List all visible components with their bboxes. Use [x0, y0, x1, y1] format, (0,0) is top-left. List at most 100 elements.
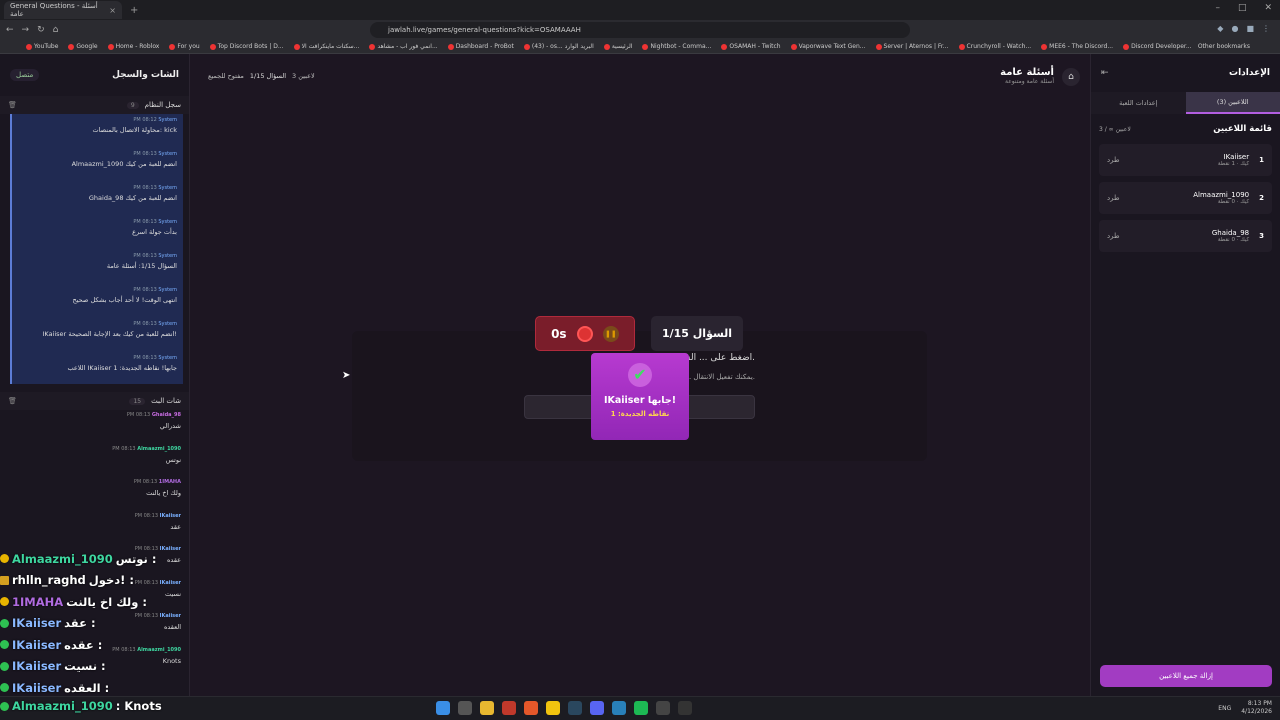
- kick-button[interactable]: طرد: [1107, 194, 1120, 202]
- bookmark-item[interactable]: Nightbot - Comma...: [642, 43, 711, 50]
- other-bookmarks[interactable]: Other bookmarks: [1198, 43, 1250, 50]
- app-icon[interactable]: [590, 701, 604, 715]
- syslog-header[interactable]: 🗑 9 سجل النظام: [0, 96, 189, 114]
- overlay-user: IKaiiser: [12, 616, 62, 631]
- bookmark-label: YouTube: [34, 43, 59, 50]
- bookmark-item[interactable]: Server | Aternos | Fr...: [875, 43, 949, 50]
- bookmark-item[interactable]: YouTube: [26, 43, 58, 50]
- app-icon[interactable]: [678, 701, 692, 715]
- chat-title: شات البث: [151, 397, 181, 405]
- bookmark-label: Google: [76, 43, 98, 50]
- maximize-icon[interactable]: □: [1238, 3, 1247, 13]
- log-author: System: [158, 287, 177, 293]
- collapse-panel-icon[interactable]: ⇤: [1101, 68, 1109, 78]
- app-icon[interactable]: [656, 701, 670, 715]
- overlay-text: العقده :: [64, 680, 110, 695]
- forward-icon[interactable]: →: [22, 25, 30, 35]
- user-badge-icon: [0, 701, 9, 711]
- chat-meta: PM 08:13 Almaazmi_1090: [8, 446, 181, 452]
- stream-chat-header[interactable]: 🗑 15 شات البث: [0, 392, 189, 410]
- bookmark-item[interactable]: MEE6 - The Discord...: [1041, 43, 1113, 50]
- remove-all-players-button[interactable]: إزالة جميع اللاعبين: [1100, 665, 1272, 687]
- search-icon[interactable]: [458, 701, 472, 715]
- url-text: jawlah.live/games/general-questions?kick…: [388, 26, 581, 34]
- menu-icon[interactable]: ⋮: [1262, 24, 1270, 33]
- chat-meta: PM 08:13 IKaiiser: [8, 513, 181, 519]
- bookmark-item[interactable]: Dashboard - ProBot: [447, 43, 514, 50]
- log-text: بدأت جولة اسرع: [132, 228, 177, 236]
- close-window-icon[interactable]: ✕: [1264, 3, 1272, 13]
- bookmark-item[interactable]: (43) - os... البريد الوارد: [523, 43, 594, 50]
- chat-meta: PM 08:13 1IMAHA: [8, 479, 181, 485]
- bookmark-icon: [169, 43, 176, 50]
- reload-icon[interactable]: ↻: [37, 25, 45, 35]
- bookmark-item[interactable]: OSAMAH - Twitch: [721, 43, 781, 50]
- browser-tab-strip: General Questions - أسئلة عامة × + – □ ✕: [0, 0, 1280, 20]
- minimize-icon[interactable]: –: [1215, 3, 1220, 13]
- language-indicator[interactable]: ENG: [1218, 705, 1231, 712]
- player-list-title: قائمة اللاعبين: [1213, 124, 1272, 134]
- player-count: 3 / ∞ لاعبين: [1099, 125, 1131, 133]
- close-tab-icon[interactable]: ×: [109, 6, 116, 15]
- bookmark-item[interactable]: Vaporwave Text Gen...: [790, 43, 866, 50]
- timer-value: 0s: [551, 326, 567, 341]
- app-icon[interactable]: [612, 701, 626, 715]
- bookmark-icon: [369, 43, 376, 50]
- bookmark-item[interactable]: Google: [68, 43, 98, 50]
- log-time: PM 08:13: [133, 151, 157, 157]
- extension-icon[interactable]: ■: [1246, 24, 1254, 33]
- bookmark-label: Vaporwave Text Gen...: [798, 43, 866, 50]
- overlay-message: IKaiiser نسيت :: [0, 656, 200, 678]
- game-info: مفتوح للجميع السؤال 1/15 3 لاعبين: [208, 72, 315, 80]
- extension-icon[interactable]: ◆: [1217, 24, 1223, 33]
- bookmark-item[interactable]: Home - Roblox: [107, 43, 159, 50]
- trash-icon[interactable]: 🗑: [8, 397, 17, 405]
- chat-message: PM 08:13 Ghaida_98 شدرالي: [8, 410, 181, 444]
- spotify-icon[interactable]: [634, 701, 648, 715]
- kick-button[interactable]: طرد: [1107, 156, 1120, 164]
- new-tab-icon[interactable]: +: [130, 5, 138, 16]
- tab-players[interactable]: اللاعبين (3): [1185, 92, 1280, 114]
- timer-box: 0s ❚❚: [535, 316, 635, 351]
- players-info: 3 لاعبين: [292, 72, 315, 80]
- browser-tab[interactable]: General Questions - أسئلة عامة ×: [4, 1, 122, 19]
- url-bar[interactable]: jawlah.live/games/general-questions?kick…: [370, 22, 910, 38]
- bookmark-item[interactable]: Crunchyroll - Watch...: [958, 43, 1031, 50]
- brave-icon[interactable]: [524, 701, 538, 715]
- steam-icon[interactable]: [568, 701, 582, 715]
- user-badge-icon: [0, 597, 9, 607]
- bookmark-icon: [603, 43, 610, 50]
- pause-icon[interactable]: ❚❚: [602, 325, 619, 342]
- file-explorer-icon[interactable]: [480, 701, 494, 715]
- player-info: Almaazmi_1090 كيك · 0 نقطة: [1193, 191, 1249, 205]
- bookmark-label: Dashboard - ProBot: [455, 43, 514, 50]
- bookmark-item[interactable]: انمي فور اب - مشاهد...: [369, 43, 438, 50]
- system-clock[interactable]: 8:13 PM 4/12/2026: [1241, 700, 1272, 716]
- trash-icon[interactable]: 🗑: [8, 101, 17, 109]
- windows-start-icon[interactable]: [436, 701, 450, 715]
- user-badge-icon: [0, 661, 9, 671]
- bookmark-item[interactable]: الرئيسية: [603, 43, 632, 50]
- winner-text: IKaiiser جابها!: [603, 395, 677, 406]
- window-controls: – □ ✕: [1215, 3, 1272, 13]
- tab-game-settings[interactable]: إعدادات اللعبة: [1091, 92, 1186, 114]
- question-number: السؤال 1/15: [651, 316, 743, 351]
- bookmark-icon: [447, 43, 454, 50]
- user-badge-icon: [0, 618, 9, 628]
- bookmark-item[interactable]: For you: [169, 43, 200, 50]
- bookmark-item[interactable]: Discord Developer...: [1123, 43, 1192, 50]
- bookmark-label: OSAMAH - Twitch: [729, 43, 781, 50]
- kick-button[interactable]: طرد: [1107, 232, 1120, 240]
- home-button[interactable]: ⌂: [1062, 68, 1080, 86]
- chat-user: Almaazmi_1090: [137, 445, 181, 452]
- bookmark-label: سكنات ماينكرافت الا...: [301, 43, 360, 50]
- app-icon[interactable]: [546, 701, 560, 715]
- game-subtitle: أسئلة عامة ومتنوعة: [1005, 78, 1054, 85]
- home-icon[interactable]: ⌂: [53, 25, 59, 35]
- app-icon[interactable]: [502, 701, 516, 715]
- player-row: طرد IKaiiser كيك · 1 نقطة 1: [1099, 144, 1272, 176]
- back-icon[interactable]: ←: [6, 25, 14, 35]
- bookmark-item[interactable]: Top Discord Bots | D...: [209, 43, 284, 50]
- bookmark-item[interactable]: سكنات ماينكرافت الا...: [293, 43, 360, 50]
- extension-icon[interactable]: ●: [1231, 24, 1238, 33]
